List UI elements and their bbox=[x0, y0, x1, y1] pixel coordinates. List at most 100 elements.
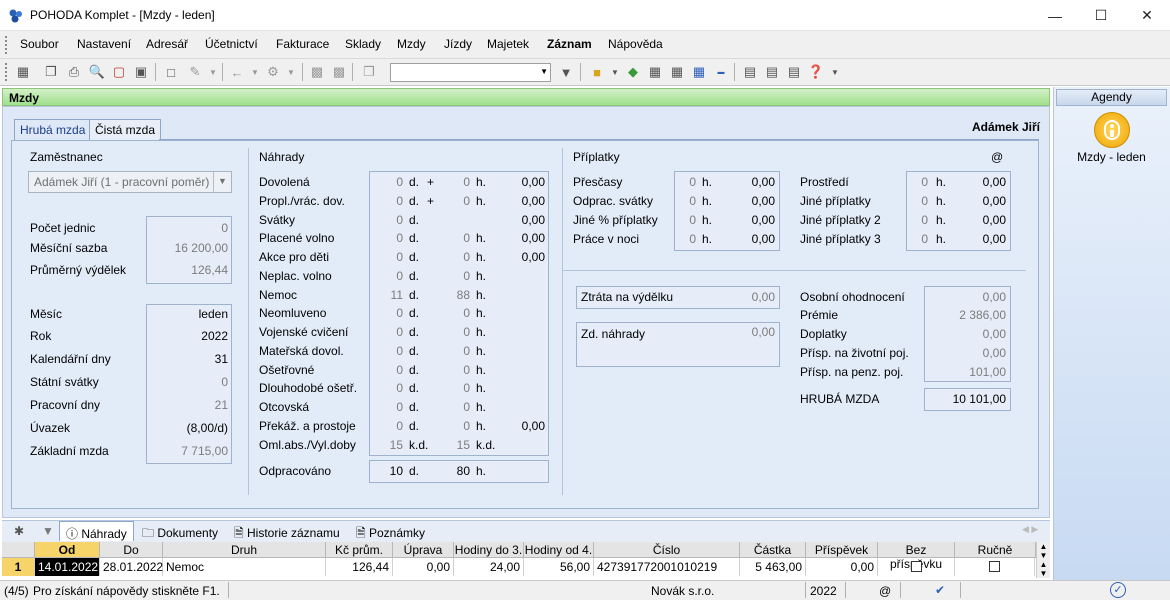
new-record-icon[interactable]: □ bbox=[162, 63, 180, 81]
ok-check-icon[interactable]: ✓ bbox=[1110, 582, 1126, 598]
nahrady-row-days-unit: d. bbox=[409, 193, 420, 208]
toolbar-grip bbox=[5, 63, 8, 81]
export-icon[interactable]: ▣ bbox=[132, 63, 150, 81]
agenda-item-label[interactable]: Mzdy - leden bbox=[1053, 150, 1170, 164]
cell-od[interactable]: 14.01.2022 bbox=[35, 558, 100, 576]
menu-fakturace[interactable]: Fakturace bbox=[276, 37, 329, 51]
nahrady-row-hours-unit: h. bbox=[476, 250, 487, 264]
grid-header-cell[interactable]: Kč prům. bbox=[326, 542, 393, 558]
menu-jizdy[interactable]: Jízdy bbox=[444, 37, 472, 51]
cell-castka[interactable]: 5 463,00 bbox=[740, 558, 806, 576]
cell-druh[interactable]: Nemoc bbox=[163, 558, 326, 576]
agenda-icon[interactable]: ▦ bbox=[14, 63, 32, 81]
asterisk-icon[interactable]: ✱ bbox=[8, 521, 30, 541]
filter-icon[interactable]: ▼ bbox=[36, 521, 60, 541]
nahrady-row-days: 0 bbox=[396, 212, 403, 227]
list-icon[interactable]: ▤ bbox=[741, 63, 759, 81]
tag-icon[interactable]: ◆ bbox=[624, 63, 642, 81]
menu-majetek[interactable]: Majetek bbox=[487, 37, 529, 51]
bez-prispevku-checkbox[interactable] bbox=[911, 561, 922, 572]
tab-dokumenty[interactable]: 🗀 Dokumenty bbox=[136, 521, 224, 541]
grid-header-cell[interactable]: Částka bbox=[740, 542, 806, 558]
nahrady-row-label: Neomluveno bbox=[259, 306, 327, 321]
info-icon[interactable] bbox=[1094, 112, 1130, 148]
save-icon[interactable]: ▩ bbox=[308, 63, 326, 81]
tab-historie[interactable]: 🗎 Historie záznamu bbox=[228, 521, 346, 541]
chevron-down-icon[interactable]: ▼ bbox=[826, 63, 844, 81]
month-row-label: Pracovní dny bbox=[30, 398, 101, 412]
grid-header-cell[interactable]: Ručně bbox=[955, 542, 1036, 558]
tab-nahrady[interactable]: ⓘ Náhrady bbox=[59, 521, 134, 541]
cell-uprava[interactable]: 0,00 bbox=[393, 558, 454, 576]
print-icon[interactable]: ⎙ bbox=[65, 63, 83, 81]
folder-icon[interactable]: ■ bbox=[588, 63, 606, 81]
tab-gross-wage[interactable]: Hrubá mzda bbox=[14, 119, 92, 140]
copy-doc-icon[interactable]: ❐ bbox=[42, 63, 60, 81]
close-button[interactable]: ✕ bbox=[1124, 0, 1170, 31]
cell-kc-prum[interactable]: 126,44 bbox=[326, 558, 393, 576]
iban-icon[interactable]: ▬ bbox=[712, 63, 730, 81]
grid-header-cell[interactable]: Úprava bbox=[393, 542, 454, 558]
chevron-down-icon[interactable]: ▼ bbox=[213, 172, 231, 192]
save-as-icon[interactable]: ▩ bbox=[330, 63, 348, 81]
totals-row-value: 0,00 bbox=[982, 327, 1006, 341]
cell-do[interactable]: 28.01.2022 bbox=[100, 558, 163, 576]
bank-icon[interactable]: ▦ bbox=[690, 63, 708, 81]
tab-net-wage[interactable]: Čistá mzda bbox=[89, 119, 162, 140]
minimize-button[interactable]: — bbox=[1032, 0, 1078, 31]
list-icon[interactable]: ▤ bbox=[763, 63, 781, 81]
nahrady-row-hours-unit: k.d. bbox=[476, 437, 496, 452]
priplatky-left-hours: 0 bbox=[689, 175, 696, 189]
help-tools-icon[interactable]: ❓ bbox=[807, 63, 825, 81]
grid-header-cell[interactable]: Bez příspěvku bbox=[878, 542, 955, 571]
menu-bar: Soubor Nastavení Adresář Účetnictví Fakt… bbox=[0, 31, 1170, 59]
priplatky-right-label: Jiné příplatky bbox=[800, 194, 871, 208]
tab-scroll-arrows[interactable]: ◀ ▶ bbox=[1016, 521, 1044, 541]
edit-brush-icon[interactable]: ✎ bbox=[186, 63, 204, 81]
menu-zaznam[interactable]: Záznam bbox=[547, 37, 592, 51]
menu-sklady[interactable]: Sklady bbox=[345, 37, 381, 51]
card-icon[interactable]: ▤ bbox=[785, 63, 803, 81]
chevron-down-icon[interactable]: ▼ bbox=[606, 63, 624, 81]
calculator-icon[interactable]: ▦ bbox=[646, 63, 664, 81]
menu-adresar[interactable]: Adresář bbox=[146, 37, 188, 51]
gear-icon[interactable]: ⚙ bbox=[264, 63, 282, 81]
cell-cislo[interactable]: 427391772001010219 bbox=[594, 558, 740, 576]
rucne-checkbox[interactable] bbox=[989, 561, 1000, 572]
grid-header-cell[interactable]: Druh bbox=[163, 542, 326, 558]
menu-napoveda[interactable]: Nápověda bbox=[608, 37, 663, 51]
pen-check-icon[interactable]: ✔ bbox=[935, 583, 945, 597]
grid-scrollbar[interactable]: ▲ ▼ ▲ ▼ bbox=[1036, 542, 1050, 578]
clipboard-icon[interactable]: ❐ bbox=[360, 63, 378, 81]
grid-header-cell[interactable]: Do bbox=[100, 542, 163, 558]
quick-search-combo[interactable]: ▼ bbox=[390, 63, 551, 82]
grid-header-cell[interactable]: Hodiny do 3. bbox=[454, 542, 524, 558]
grid-header-cell[interactable]: Číslo bbox=[594, 542, 740, 558]
back-arrow-icon[interactable]: ← bbox=[228, 63, 246, 81]
nahrady-row-hours: 0 bbox=[463, 306, 470, 321]
odpracovano-days: 10 bbox=[389, 464, 403, 478]
calculator-icon[interactable]: ▦ bbox=[668, 63, 686, 81]
cell-hodiny-od-4[interactable]: 56,00 bbox=[524, 558, 594, 576]
menu-soubor[interactable]: Soubor bbox=[20, 37, 59, 51]
chevron-down-icon[interactable]: ▼ bbox=[204, 63, 222, 81]
menu-mzdy[interactable]: Mzdy bbox=[397, 37, 426, 51]
row-number[interactable]: 1 bbox=[2, 558, 35, 576]
grid-header-cell[interactable]: Od bbox=[35, 542, 100, 558]
menu-nastaveni[interactable]: Nastavení bbox=[77, 37, 131, 51]
cell-prispevek[interactable]: 0,00 bbox=[806, 558, 878, 576]
chevron-down-icon[interactable]: ▼ bbox=[246, 63, 264, 81]
cell-hodiny-do-3[interactable]: 24,00 bbox=[454, 558, 524, 576]
pdf-icon[interactable]: ▢ bbox=[110, 63, 128, 81]
filter-icon[interactable]: ▼ bbox=[557, 63, 575, 81]
employee-combo[interactable]: Adámek Jiří (1 - pracovní poměr) ▼ bbox=[28, 171, 232, 193]
menu-ucetnictvi[interactable]: Účetnictví bbox=[205, 37, 258, 51]
grid-header-cell[interactable]: Příspěvek bbox=[806, 542, 878, 558]
maximize-button[interactable]: ☐ bbox=[1078, 0, 1124, 31]
grid-header-cell[interactable]: Hodiny od 4. bbox=[524, 542, 594, 558]
chevron-down-icon[interactable]: ▼ bbox=[282, 63, 300, 81]
column-divider bbox=[562, 148, 563, 495]
tab-poznamky[interactable]: 🗎 Poznámky bbox=[350, 521, 431, 541]
title-bar: POHODA Komplet - [Mzdy - leden] — ☐ ✕ bbox=[0, 0, 1170, 31]
print-preview-icon[interactable]: 🔍 bbox=[88, 63, 106, 81]
